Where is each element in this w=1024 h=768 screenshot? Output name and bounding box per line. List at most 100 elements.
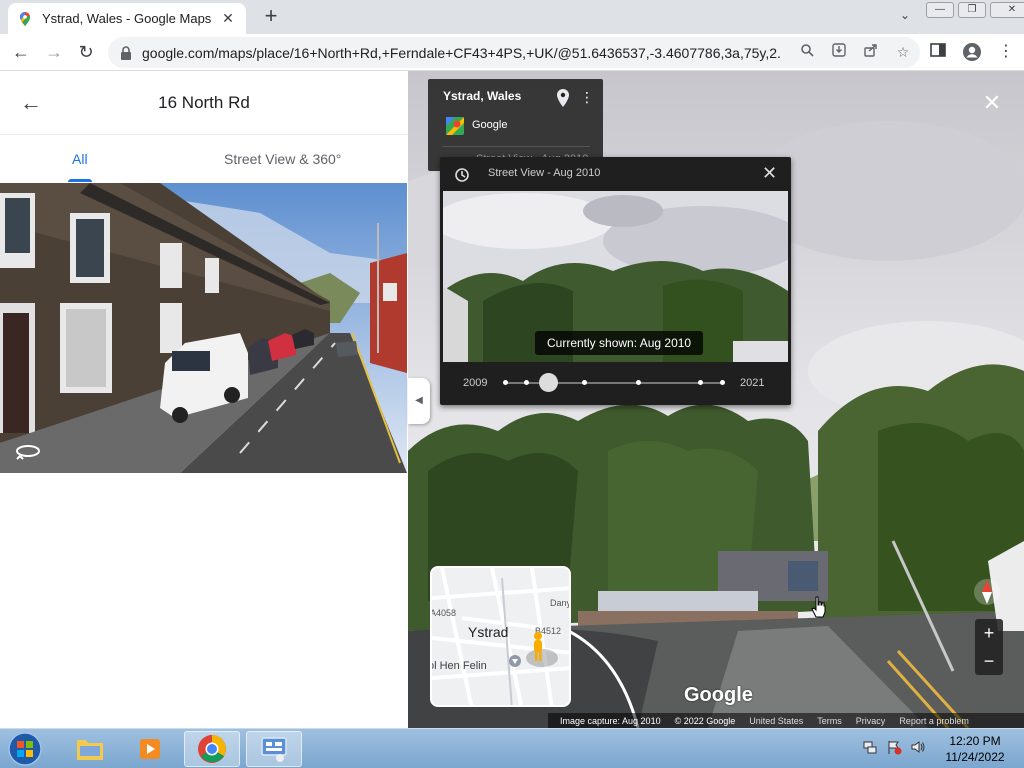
- maximize-button[interactable]: ❐: [958, 2, 986, 18]
- install-app-icon[interactable]: [830, 43, 848, 61]
- tab-all[interactable]: All: [72, 151, 88, 167]
- windows-start-button[interactable]: [6, 731, 44, 767]
- location-name: Ystrad, Wales: [443, 89, 522, 103]
- slider-tick[interactable]: [503, 380, 508, 385]
- place-label: ol Hen Felin: [430, 660, 487, 672]
- country-link[interactable]: United States: [749, 716, 803, 726]
- place-title: 16 North Rd: [158, 93, 250, 112]
- provider-name: Google: [472, 119, 508, 131]
- profile-avatar-icon[interactable]: [962, 42, 982, 62]
- lock-icon: [121, 45, 131, 60]
- copyright: © 2022 Google: [674, 715, 736, 726]
- street-photo-thumbnail[interactable]: [0, 183, 407, 473]
- privacy-link[interactable]: Privacy: [856, 716, 886, 726]
- taskbar-file-explorer[interactable]: [62, 731, 118, 767]
- road-label: A4058: [430, 608, 457, 618]
- action-center-flag-icon[interactable]: [886, 739, 902, 755]
- end-year-label: 2021: [740, 377, 765, 389]
- close-time-machine-icon[interactable]: ✕: [762, 163, 777, 184]
- tab-title: Ystrad, Wales - Google Maps: [42, 11, 212, 26]
- window-controls: — ❐ ✕: [926, 2, 1024, 18]
- close-tab-icon[interactable]: ✕: [220, 10, 236, 27]
- slider-tick[interactable]: [582, 380, 587, 385]
- tab-strip: Ystrad, Wales - Google Maps ✕ + ⌄ — ❐ ✕: [0, 0, 1024, 34]
- history-clock-icon[interactable]: [454, 167, 470, 183]
- volume-icon[interactable]: [910, 739, 926, 755]
- browser-tab[interactable]: Ystrad, Wales - Google Maps ✕: [8, 3, 246, 34]
- time-machine-header: Street View - Aug 2010 ✕: [440, 157, 791, 191]
- town-label: Ystrad: [468, 624, 509, 640]
- media-player-icon: [140, 739, 160, 759]
- time-machine-title: Street View - Aug 2010: [488, 167, 601, 179]
- remote-desktop-icon: [261, 737, 287, 762]
- windows-taskbar: 12:20 PM 11/24/2022: [0, 728, 1024, 768]
- place-marker-icon: [509, 655, 521, 667]
- url-text: google.com/maps/place/16+North+Rd,+Fernd…: [142, 44, 782, 61]
- map-pin-icon[interactable]: [556, 89, 570, 107]
- photo-tabs: All Street View & 360°: [0, 135, 408, 183]
- slider-tick[interactable]: [698, 380, 703, 385]
- browser-toolbar: ← → ↻ google.com/maps/place/16+North+Rd,…: [0, 34, 1024, 71]
- panel-header: ← 16 North Rd: [0, 71, 408, 135]
- taskbar-chrome[interactable]: [184, 731, 240, 767]
- forward-button[interactable]: →: [41, 39, 67, 65]
- new-tab-button[interactable]: +: [258, 4, 284, 30]
- slider-tick[interactable]: [524, 380, 529, 385]
- taskbar-media-player[interactable]: [122, 731, 178, 767]
- time-machine-popup: Street View - Aug 2010 ✕ Currently shown…: [440, 157, 791, 405]
- attribution-bar: Image capture: Aug 2010 © 2022 Google Un…: [548, 713, 1024, 728]
- minimize-button[interactable]: —: [926, 2, 954, 18]
- terms-link[interactable]: Terms: [817, 716, 842, 726]
- collapse-panel-button[interactable]: ◀: [408, 378, 430, 424]
- system-tray: [862, 739, 926, 755]
- search-icon[interactable]: [798, 43, 816, 61]
- capture-date: Image capture: Aug 2010: [560, 715, 661, 726]
- clock-time: 12:20 PM: [949, 734, 1001, 748]
- google-maps-logo-icon: [446, 117, 464, 135]
- back-button[interactable]: ←: [8, 39, 34, 65]
- currently-shown-tooltip: Currently shown: Aug 2010: [535, 331, 704, 355]
- slider-tick[interactable]: [636, 380, 641, 385]
- pegman-icon: [526, 632, 558, 667]
- browser-menu-icon[interactable]: ⋮: [996, 42, 1016, 62]
- zoom-in-button[interactable]: +: [975, 619, 1003, 647]
- more-options-icon[interactable]: ⋮: [580, 89, 594, 106]
- road-label: Danyg: [550, 598, 571, 608]
- date-slider[interactable]: 2009 2021: [440, 362, 791, 405]
- address-bar[interactable]: google.com/maps/place/16+North+Rd,+Fernd…: [108, 37, 920, 68]
- mini-map[interactable]: A4058 Danyg Ystrad B4512 ol Hen Felin: [430, 566, 571, 707]
- network-icon[interactable]: [862, 739, 878, 755]
- google-maps-favicon-icon: [20, 11, 30, 26]
- street-view-panorama[interactable]: ✕ Ystrad, Wales ⋮ Google Street View - A…: [408, 71, 1024, 728]
- slider-tick[interactable]: [720, 380, 725, 385]
- info-divider: [443, 146, 590, 147]
- screen: Ystrad, Wales - Google Maps ✕ + ⌄ — ❐ ✕ …: [0, 0, 1024, 768]
- start-year-label: 2009: [463, 377, 488, 389]
- system-clock[interactable]: 12:20 PM 11/24/2022: [940, 733, 1010, 765]
- zoom-out-button[interactable]: −: [975, 647, 1003, 675]
- bookmark-star-icon[interactable]: ☆: [894, 43, 912, 61]
- side-panel-icon[interactable]: [928, 42, 948, 62]
- report-problem-link[interactable]: Report a problem: [899, 716, 969, 726]
- slider-track[interactable]: [504, 382, 724, 384]
- share-icon[interactable]: [862, 43, 880, 61]
- reload-button[interactable]: ↻: [73, 39, 99, 65]
- slider-handle[interactable]: [538, 373, 558, 392]
- compass-icon[interactable]: [972, 577, 1002, 607]
- close-street-view-icon[interactable]: ✕: [980, 91, 1004, 115]
- place-side-panel: ← 16 North Rd All Street View & 360°: [0, 71, 408, 728]
- chrome-icon: [198, 735, 226, 763]
- taskbar-remote-desktop[interactable]: [246, 731, 302, 767]
- close-window-button[interactable]: ✕: [990, 2, 1024, 18]
- historical-preview-image: Currently shown: Aug 2010: [443, 191, 788, 362]
- folder-icon: [77, 740, 103, 760]
- active-tab-indicator: [68, 179, 92, 182]
- 360-rotate-icon: [16, 445, 40, 460]
- tab-search-chevron-icon[interactable]: ⌄: [896, 8, 914, 26]
- google-watermark: Google: [684, 684, 753, 706]
- zoom-controls: + −: [975, 619, 1003, 675]
- clock-date: 11/24/2022: [945, 750, 1005, 764]
- hand-cursor-icon: [811, 596, 826, 618]
- tab-street-view-360[interactable]: Street View & 360°: [224, 151, 341, 167]
- street-photo-image: [0, 183, 407, 473]
